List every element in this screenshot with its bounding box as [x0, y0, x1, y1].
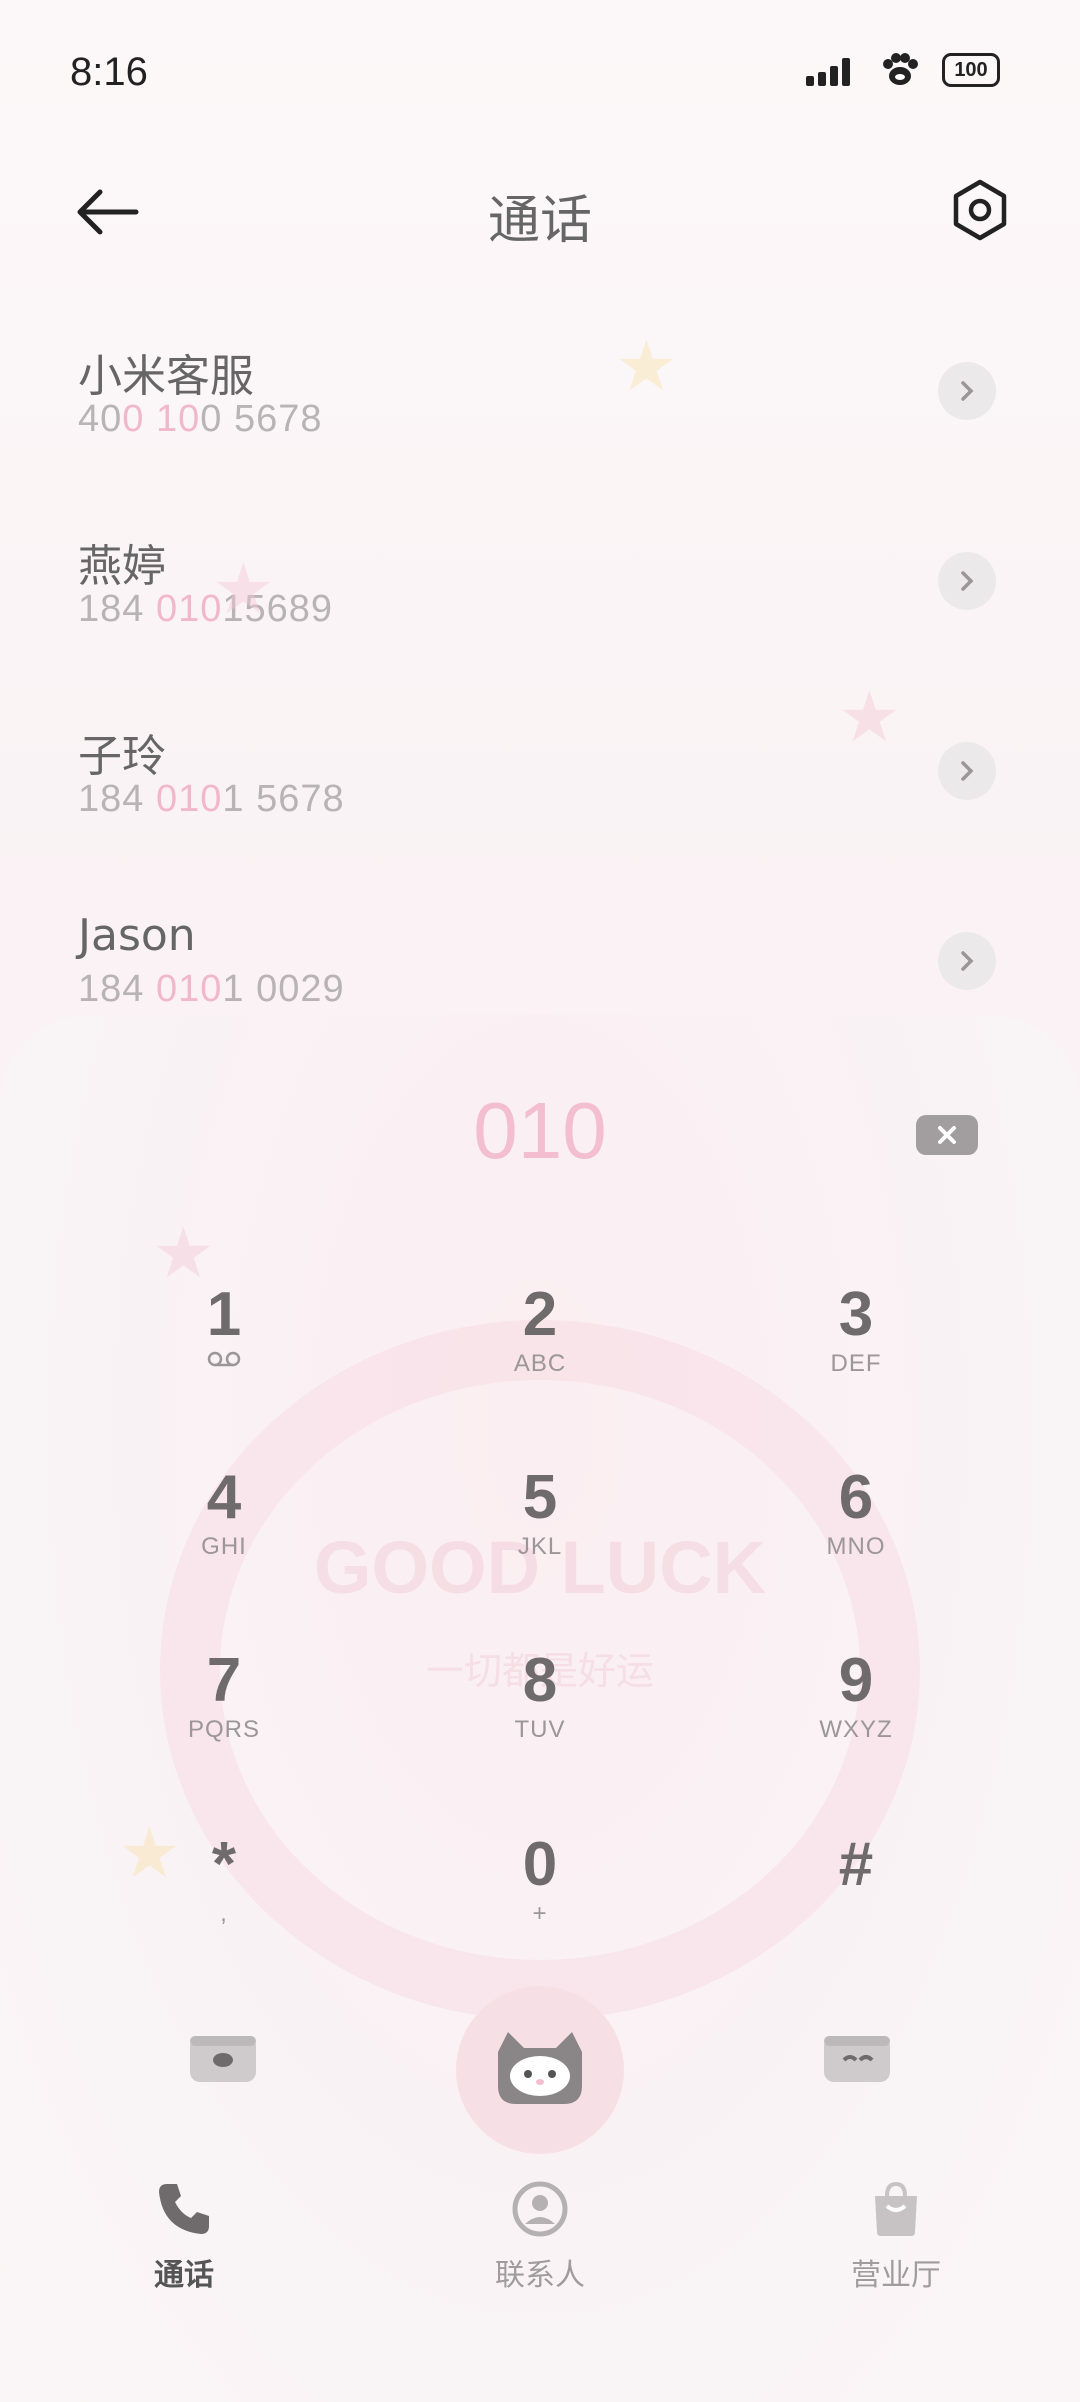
dial-key-0[interactable]: 0 + — [440, 1830, 640, 1960]
dial-key-3[interactable]: 3 DEF — [756, 1280, 956, 1410]
dial-key-1[interactable]: 1 — [124, 1280, 324, 1410]
cat-face-call-icon — [498, 2032, 582, 2104]
page-title: 通话 — [487, 191, 592, 251]
sim-cat-right-icon[interactable] — [820, 2030, 894, 2086]
status-time: 8:16 — [70, 50, 148, 94]
key-digit: 3 — [838, 1280, 874, 1349]
battery-level: 100 — [954, 58, 988, 81]
key-letters: TUV — [514, 1716, 566, 1743]
dial-key-5[interactable]: 5 JKL — [440, 1463, 640, 1593]
settings-icon[interactable] — [950, 178, 1010, 242]
contact-number: 184 0101 0029 — [78, 968, 345, 1010]
key-digit: 6 — [838, 1463, 874, 1532]
chevron-right-icon — [961, 761, 974, 781]
sim-cat-left-icon[interactable] — [186, 2030, 260, 2086]
key-letters: + — [532, 1900, 548, 1927]
contact-detail-button[interactable] — [938, 552, 996, 610]
key-digit: 7 — [206, 1646, 242, 1715]
dial-input-row: 010 — [0, 1085, 1080, 1185]
dial-key-4[interactable]: 4 GHI — [124, 1463, 324, 1593]
star-decor-icon: ★ — [615, 325, 678, 407]
voicemail-icon — [207, 1351, 241, 1367]
key-digit: 4 — [206, 1463, 242, 1532]
contact-row[interactable]: 小米客服 400 100 5678 — [0, 340, 1080, 510]
status-bar: 8:16 100 — [0, 0, 1080, 150]
key-digit: 8 — [522, 1646, 558, 1715]
contact-detail-button[interactable] — [938, 362, 996, 420]
contact-row[interactable]: 子玲 184 0101 5678 — [0, 720, 1080, 890]
dial-key-2[interactable]: 2 ABC — [440, 1280, 640, 1410]
contact-name: 燕婷 — [78, 541, 166, 592]
chevron-right-icon — [961, 381, 974, 401]
key-letters: MNO — [826, 1533, 886, 1560]
paw-icon — [883, 53, 918, 85]
contact-detail-button[interactable] — [938, 932, 996, 990]
contact-number: 184 0101 5678 — [78, 778, 345, 820]
contact-row[interactable]: 燕婷 184 01015689 — [0, 530, 1080, 700]
key-digit: 0 — [522, 1830, 558, 1899]
contact-name: Jason — [78, 910, 196, 961]
nav-item-service-hall[interactable]: 营业厅 — [796, 2180, 996, 2294]
call-button[interactable] — [456, 1986, 624, 2154]
key-digit: 2 — [522, 1280, 558, 1349]
nav-label: 营业厅 — [851, 2258, 941, 2293]
key-digit: 1 — [206, 1280, 242, 1349]
nav-item-contacts[interactable]: 联系人 — [440, 2180, 640, 2294]
app-header: 通话 — [0, 150, 1080, 270]
chevron-right-icon — [961, 571, 974, 591]
key-letters: WXYZ — [819, 1716, 893, 1743]
key-letters: GHI — [201, 1533, 247, 1560]
nav-item-calls[interactable]: 通话 — [84, 2180, 284, 2294]
dial-key-9[interactable]: 9 WXYZ — [756, 1646, 956, 1776]
key-letters: ABC — [513, 1350, 567, 1377]
key-digit: 5 — [522, 1463, 558, 1532]
key-digit: # — [838, 1830, 874, 1899]
key-letters: DEF — [830, 1350, 882, 1377]
key-letters: , — [220, 1900, 228, 1927]
star-decor-icon: ★ — [212, 548, 275, 630]
nav-label: 联系人 — [495, 2258, 585, 2293]
contact-icon — [512, 2181, 568, 2237]
shop-bag-icon — [875, 2181, 917, 2236]
nav-label: 通话 — [154, 2258, 214, 2293]
battery-icon: 100 — [942, 53, 1000, 87]
dial-key-6[interactable]: 6 MNO — [756, 1463, 956, 1593]
star-decor-icon: ★ — [838, 676, 901, 758]
chevron-right-icon — [961, 951, 974, 971]
contact-detail-button[interactable] — [938, 742, 996, 800]
signal-icon — [806, 58, 850, 86]
bottom-nav: 通话 联系人 营业厅 — [0, 2180, 1080, 2330]
contact-name: 子玲 — [78, 731, 166, 782]
status-icons: 100 — [806, 52, 1000, 88]
contact-number: 400 100 5678 — [78, 398, 323, 440]
key-digit: 9 — [838, 1646, 874, 1715]
phone-icon — [159, 2184, 209, 2234]
contact-number: 184 01015689 — [78, 588, 334, 630]
dial-key-hash[interactable]: # — [756, 1830, 956, 1960]
dial-key-8[interactable]: 8 TUV — [440, 1646, 640, 1776]
contact-name: 小米客服 — [78, 351, 254, 402]
key-letters: JKL — [517, 1533, 563, 1560]
key-digit: * — [211, 1830, 237, 1899]
key-letters: PQRS — [187, 1716, 260, 1743]
dial-key-7[interactable]: 7 PQRS — [124, 1646, 324, 1776]
dial-key-star[interactable]: * , — [124, 1830, 324, 1960]
backspace-icon[interactable] — [916, 1115, 978, 1155]
